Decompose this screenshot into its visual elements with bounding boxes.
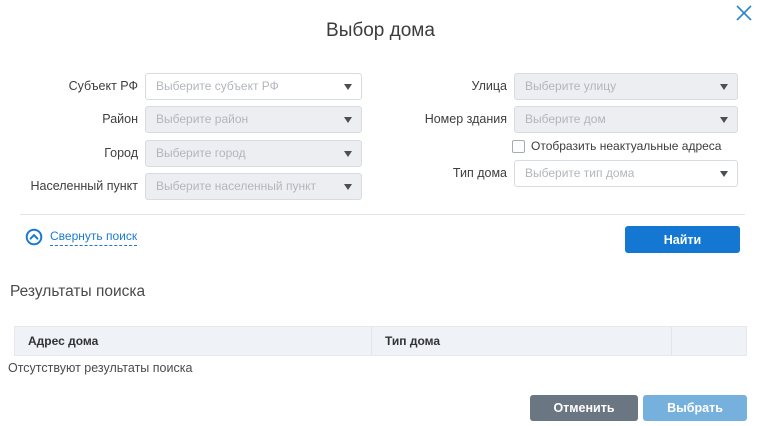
divider [20, 214, 745, 215]
subject-rf-select[interactable]: Выберите субъект РФ [145, 73, 362, 100]
chevron-down-icon [720, 117, 728, 123]
city-select[interactable]: Выберите город [145, 140, 362, 167]
select-placeholder: Выберите субъект РФ [156, 74, 279, 99]
collapse-search-link[interactable]: Свернуть поиск [25, 228, 137, 246]
house-type-select[interactable]: Выберите тип дома [514, 160, 738, 187]
select-placeholder: Выберите населенный пункт [156, 174, 316, 199]
checkbox-label: Отобразить неактуальные адреса [531, 139, 721, 153]
results-heading: Результаты поиска [10, 283, 145, 301]
chevron-down-icon [344, 184, 352, 190]
chevron-down-icon [344, 151, 352, 157]
show-inactive-addresses-checkbox[interactable]: Отобразить неактуальные адреса [512, 139, 721, 153]
district-select[interactable]: Выберите район [145, 106, 362, 133]
chevron-up-circle-icon [25, 228, 43, 246]
select-placeholder: Выберите дом [525, 107, 606, 132]
select-placeholder: Выберите улицу [525, 74, 616, 99]
select-placeholder: Выберите город [156, 141, 246, 166]
street-select[interactable]: Выберите улицу [514, 73, 738, 100]
building-number-label: Номер здания [398, 106, 507, 133]
chevron-down-icon [344, 117, 352, 123]
select-placeholder: Выберите район [156, 107, 248, 132]
subject-rf-label: Субъект РФ [10, 73, 138, 100]
dialog-title: Выбор дома [0, 20, 761, 42]
close-icon[interactable] [735, 4, 753, 22]
chevron-down-icon [720, 84, 728, 90]
chevron-down-icon [720, 171, 728, 177]
city-label: Город [10, 140, 138, 167]
empty-results-message: Отсутствуют результаты поиска [8, 361, 192, 375]
building-number-select[interactable]: Выберите дом [514, 106, 738, 133]
select-placeholder: Выберите тип дома [525, 161, 634, 186]
select-button[interactable]: Выбрать [643, 395, 747, 421]
column-header-house-type: Тип дома [371, 327, 671, 355]
results-table-header: Адрес дома Тип дома [14, 326, 747, 356]
search-button[interactable]: Найти [625, 226, 740, 253]
collapse-search-label: Свернуть поиск [50, 229, 137, 246]
column-header-address: Адрес дома [15, 327, 371, 355]
checkbox-box-icon [512, 140, 525, 153]
street-label: Улица [398, 73, 507, 100]
column-header-empty [671, 327, 746, 355]
district-label: Район [10, 106, 138, 133]
settlement-select[interactable]: Выберите населенный пункт [145, 173, 362, 200]
house-type-label: Тип дома [398, 160, 507, 187]
chevron-down-icon [344, 84, 352, 90]
settlement-label: Населенный пункт [10, 173, 138, 200]
house-selection-dialog: Выбор дома Субъект РФ Выберите субъект Р… [0, 0, 761, 426]
cancel-button[interactable]: Отменить [530, 395, 638, 421]
